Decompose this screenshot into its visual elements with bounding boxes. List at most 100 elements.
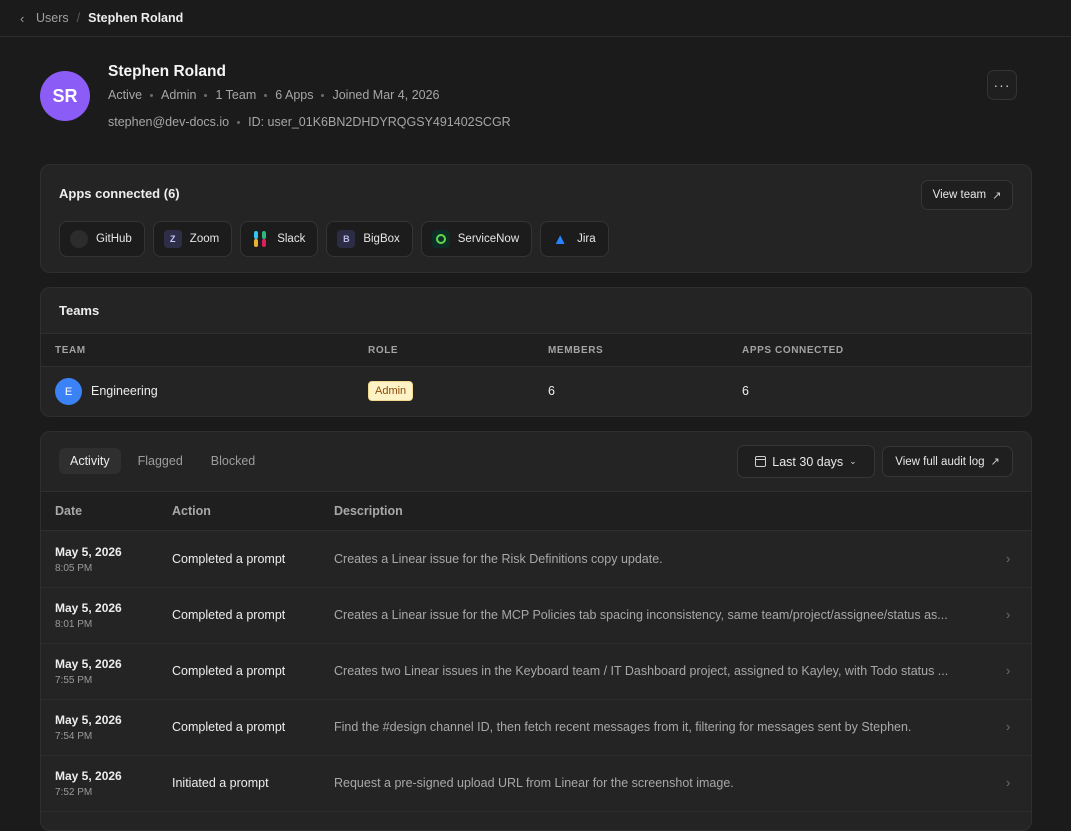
team-avatar: E (55, 378, 82, 405)
jira-icon: ▲ (552, 230, 568, 248)
slack-icon (251, 230, 269, 248)
date-range-select[interactable]: Last 30 days ⌄ (737, 445, 875, 478)
servicenow-icon (431, 230, 450, 248)
view-team-label: View team (932, 189, 987, 201)
user-email: stephen@dev-docs.io (108, 115, 230, 129)
activity-table-header: Date Action Description (41, 491, 1031, 531)
chevron-right-icon[interactable]: › (1006, 607, 1010, 622)
activity-description: Creates a Linear issue for the Risk Defi… (334, 552, 663, 566)
breadcrumb-users-link[interactable]: Users (36, 11, 69, 25)
activity-description: Request a pre-signed upload URL from Lin… (334, 776, 734, 790)
app-chip-slack[interactable]: Slack (240, 221, 319, 257)
activity-date: May 5, 2026 (55, 769, 122, 783)
activity-action: Initiated a prompt (172, 776, 269, 790)
role-badge: Admin (368, 381, 414, 401)
user-status: Active (108, 88, 143, 102)
column-header-action: Action (172, 504, 211, 518)
activity-description: Creates a Linear issue for the MCP Polic… (334, 608, 948, 622)
arrow-up-right-icon: ↗ (992, 189, 1002, 202)
breadcrumb-separator: / (76, 11, 81, 25)
app-chip-list: GitHub Z Zoom Slack B BigBox ServiceNow … (59, 221, 609, 257)
activity-date: May 5, 2026 (55, 601, 122, 615)
column-header-members: MEMBERS (548, 345, 604, 356)
activity-action: Completed a prompt (172, 664, 286, 678)
user-team-count: 1 Team (215, 88, 257, 102)
view-audit-log-label: View full audit log (895, 455, 985, 468)
user-id: ID: user_01K6BN2DHDYRQGSY491402SCGR (248, 115, 511, 129)
separator-dot (264, 93, 268, 97)
chevron-down-icon: ⌄ (849, 456, 857, 466)
arrow-up-right-icon: ↗ (990, 456, 1000, 468)
team-name: Engineering (91, 384, 158, 398)
ellipsis-icon: ··· (993, 77, 1011, 93)
activity-date: May 5, 2026 (55, 545, 122, 559)
column-header-team: TEAM (55, 345, 86, 356)
team-apps-count: 6 (742, 384, 749, 398)
user-joined-date: Joined Mar 4, 2026 (332, 88, 440, 102)
teams-card: Teams TEAM ROLE MEMBERS APPS CONNECTED E… (40, 287, 1032, 417)
table-row[interactable]: May 5, 2026 7:52 PM Initiated a prompt R… (41, 756, 1031, 812)
activity-time: 7:55 PM (55, 675, 93, 686)
table-row[interactable]: May 5, 2026 8:05 PM Completed a prompt C… (41, 532, 1031, 588)
avatar: SR (40, 71, 90, 121)
chevron-right-icon[interactable]: › (1006, 551, 1010, 566)
activity-date: May 5, 2026 (55, 657, 122, 671)
activity-action: Completed a prompt (172, 608, 286, 622)
separator-dot (204, 93, 208, 97)
more-options-button[interactable]: ··· (987, 70, 1017, 100)
app-chip-label: Jira (577, 233, 596, 245)
app-chip-github[interactable]: GitHub (59, 221, 145, 257)
activity-action: Completed a prompt (172, 720, 286, 734)
activity-tabs: Activity Flagged Blocked (59, 448, 266, 474)
user-meta: Active Admin 1 Team 6 Apps Joined Mar 4,… (108, 88, 440, 102)
chevron-right-icon[interactable]: › (1006, 663, 1010, 678)
apps-connected-title: Apps connected (6) (59, 186, 180, 201)
user-role: Admin (161, 88, 197, 102)
app-chip-label: BigBox (363, 233, 400, 245)
calendar-icon (755, 456, 767, 467)
view-team-button[interactable]: View team ↗ (921, 180, 1013, 210)
view-audit-log-button[interactable]: View full audit log ↗ (882, 446, 1013, 477)
app-chip-bigbox[interactable]: B BigBox (326, 221, 413, 257)
activity-description: Find the #design channel ID, then fetch … (334, 720, 912, 734)
column-header-date: Date (55, 504, 83, 518)
user-header: SR Stephen Roland Active Admin 1 Team 6 … (0, 37, 1071, 164)
activity-description: Creates two Linear issues in the Keyboar… (334, 664, 949, 678)
table-row[interactable]: E Engineering Admin 6 6 (41, 368, 1031, 416)
tab-blocked[interactable]: Blocked (200, 448, 266, 474)
table-row[interactable]: May 5, 2026 7:55 PM Completed a prompt C… (41, 644, 1031, 700)
chevron-right-icon[interactable]: › (1006, 719, 1010, 734)
table-row[interactable]: May 5, 2026 8:01 PM Completed a prompt C… (41, 588, 1031, 644)
breadcrumb: ‹ Users / Stephen Roland (0, 0, 1071, 37)
app-chip-label: Zoom (189, 233, 220, 245)
github-icon (70, 230, 88, 248)
date-range-label: Last 30 days (772, 454, 844, 469)
activity-time: 8:05 PM (55, 563, 93, 574)
app-chip-jira[interactable]: ▲ Jira (540, 221, 609, 257)
app-chip-label: Slack (277, 233, 306, 245)
user-identifiers: stephen@dev-docs.io ID: user_01K6BN2DHDY… (108, 115, 511, 129)
page-title: Stephen Roland (108, 63, 226, 80)
table-row[interactable]: May 5, 2026 7:54 PM Completed a prompt F… (41, 700, 1031, 756)
app-chip-servicenow[interactable]: ServiceNow (420, 221, 533, 257)
column-header-apps-connected: APPS CONNECTED (742, 345, 844, 356)
separator-dot (321, 93, 325, 97)
user-app-count: 6 Apps (275, 88, 314, 102)
activity-action: Completed a prompt (172, 552, 286, 566)
chevron-left-icon[interactable]: ‹ (20, 11, 30, 26)
separator-dot (237, 120, 241, 124)
zoom-icon: Z (163, 230, 182, 248)
team-members-count: 6 (548, 384, 555, 398)
app-chip-label: GitHub (96, 233, 132, 245)
activity-time: 7:52 PM (55, 787, 93, 798)
column-header-role: ROLE (368, 345, 399, 356)
tab-flagged[interactable]: Flagged (127, 448, 194, 474)
bigbox-icon: B (337, 230, 356, 248)
app-chip-label: ServiceNow (457, 233, 520, 245)
apps-connected-card: Apps connected (6) View team ↗ GitHub Z … (40, 164, 1032, 273)
tab-activity[interactable]: Activity (59, 448, 121, 474)
app-chip-zoom[interactable]: Z Zoom (152, 221, 233, 257)
teams-table-header: TEAM ROLE MEMBERS APPS CONNECTED (41, 333, 1031, 367)
activity-time: 7:54 PM (55, 731, 93, 742)
separator-dot (150, 93, 154, 97)
